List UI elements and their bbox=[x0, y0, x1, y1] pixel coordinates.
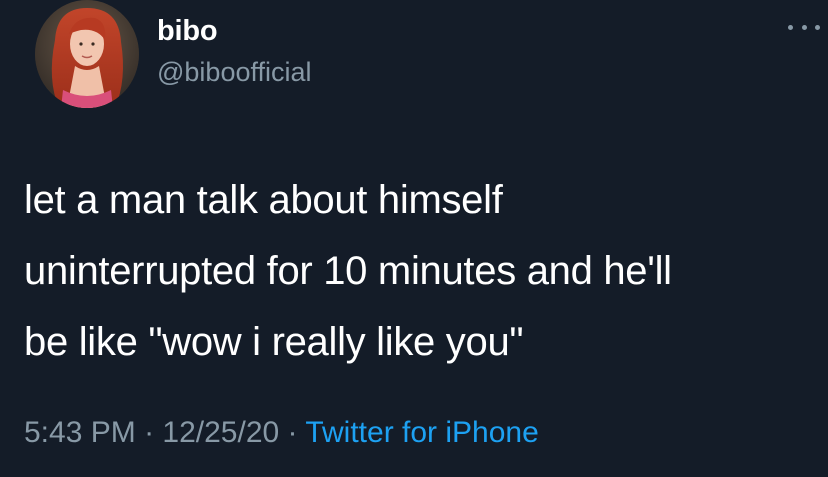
avatar-image bbox=[35, 0, 139, 108]
display-name[interactable]: bibo bbox=[157, 14, 218, 48]
more-dot-3 bbox=[815, 24, 820, 30]
tweet-text-line-2: uninterrupted for 10 minutes and he'll bbox=[24, 249, 672, 293]
user-handle[interactable]: @biboofficial bbox=[157, 55, 312, 89]
tweet-text-line-3: be like "wow i really like you" bbox=[24, 320, 524, 364]
tweet-text-line-1: let a man talk about himself bbox=[24, 178, 503, 222]
meta-separator: · bbox=[287, 416, 298, 449]
tweet-source-link[interactable]: Twitter for iPhone bbox=[305, 416, 538, 449]
tweet-meta: 5:43 PM · 12/25/20 · Twitter for iPhone bbox=[24, 413, 539, 453]
tweet-date[interactable]: 12/25/20 bbox=[162, 416, 279, 449]
tweet-time[interactable]: 5:43 PM bbox=[24, 416, 136, 449]
more-options-icon[interactable] bbox=[788, 20, 820, 34]
more-dot-2 bbox=[801, 24, 807, 30]
more-dot-1 bbox=[788, 24, 793, 30]
tweet-card: bibo @biboofficial let a man talk about … bbox=[0, 0, 828, 477]
tweet-text: let a man talk about himself uninterrupt… bbox=[24, 165, 814, 378]
avatar[interactable] bbox=[35, 0, 139, 108]
meta-separator: · bbox=[144, 416, 155, 449]
